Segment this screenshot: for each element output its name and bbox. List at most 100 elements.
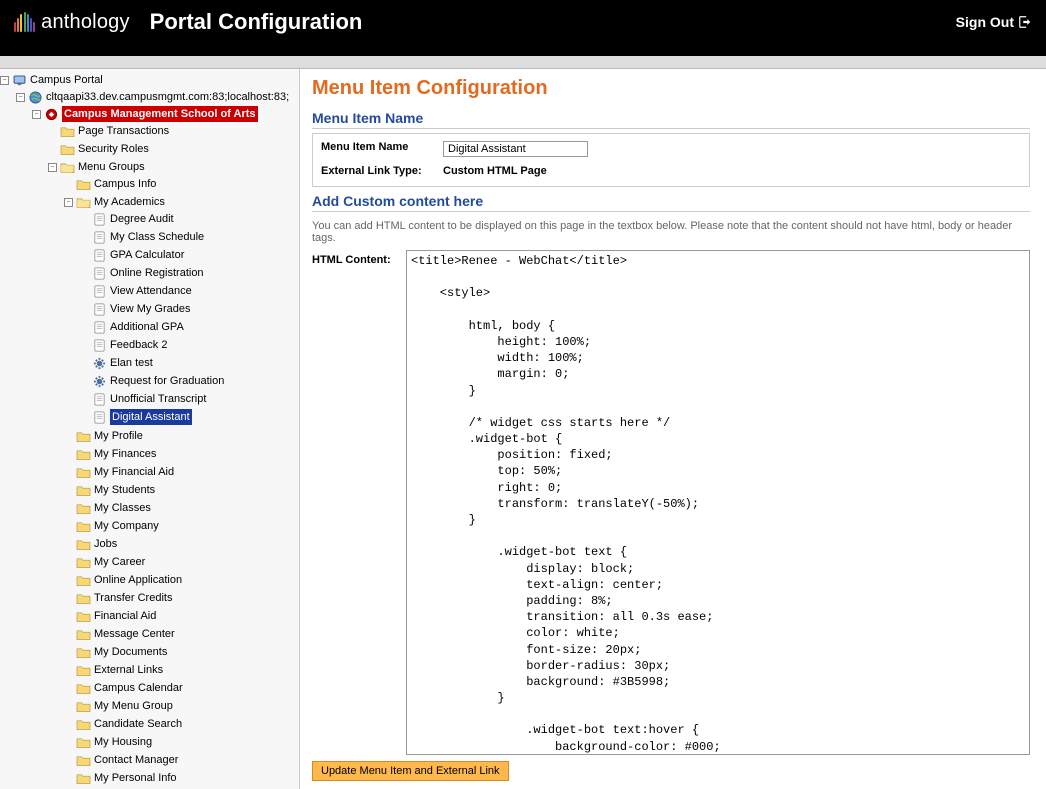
tree-label: Campus Management School of Arts: [62, 106, 258, 122]
tree-toggle-icon: [64, 522, 73, 531]
tree-node-icon: [92, 357, 107, 370]
tree-node-icon: [92, 267, 107, 280]
tree-node-icon: [76, 754, 91, 767]
tree-label: My Menu Group: [94, 698, 173, 714]
tree-label: View Attendance: [110, 283, 192, 299]
tree-elan-test[interactable]: Elan test: [80, 355, 299, 371]
tree-toggle-icon[interactable]: −: [32, 110, 41, 119]
tree-label: Candidate Search: [94, 716, 182, 732]
tree-my-company[interactable]: My Company: [64, 518, 299, 534]
tree-view-attendance[interactable]: View Attendance: [80, 283, 299, 299]
tree-my-documents[interactable]: My Documents: [64, 644, 299, 660]
tree-label: My Classes: [94, 500, 151, 516]
tree-label: Request for Graduation: [110, 373, 224, 389]
tree-toggle-icon: [80, 251, 89, 260]
tree-label: Contact Manager: [94, 752, 178, 768]
tree-toggle-icon: [80, 395, 89, 404]
tree-node-icon: [76, 538, 91, 551]
tree-transfer-credits[interactable]: Transfer Credits: [64, 590, 299, 606]
tree-page-transactions[interactable]: Page Transactions: [48, 123, 299, 139]
tree-my-class-schedule[interactable]: My Class Schedule: [80, 229, 299, 245]
sign-out-link[interactable]: Sign Out: [956, 14, 1032, 30]
tree-toggle-icon[interactable]: −: [16, 93, 25, 102]
input-menu-item-name[interactable]: [443, 141, 588, 157]
tree-request-graduation[interactable]: Request for Graduation: [80, 373, 299, 389]
tree-sidebar[interactable]: −Campus Portal−cltqaapi33.dev.campusmgmt…: [0, 69, 300, 789]
update-button[interactable]: Update Menu Item and External Link: [312, 761, 509, 781]
tree-node-icon: [28, 91, 43, 104]
tree-label: Jobs: [94, 536, 117, 552]
tree-node-icon: [92, 393, 107, 406]
sign-out-label: Sign Out: [956, 14, 1014, 30]
tree-my-financial-aid[interactable]: My Financial Aid: [64, 464, 299, 480]
tree-toggle-icon: [80, 413, 89, 422]
tree-toggle-icon[interactable]: −: [64, 198, 73, 207]
tree-node-icon: [76, 736, 91, 749]
tree-my-housing[interactable]: My Housing: [64, 734, 299, 750]
tree-additional-gpa[interactable]: Additional GPA: [80, 319, 299, 335]
tree-my-career[interactable]: My Career: [64, 554, 299, 570]
tree-menu-groups[interactable]: −Menu Groups: [48, 159, 299, 175]
tree-view-my-grades[interactable]: View My Grades: [80, 301, 299, 317]
tree-node-icon: [92, 231, 107, 244]
tree-external-links[interactable]: External Links: [64, 662, 299, 678]
tree-node-icon: [60, 125, 75, 138]
tree-degree-audit[interactable]: Degree Audit: [80, 211, 299, 227]
tree-my-classes[interactable]: My Classes: [64, 500, 299, 516]
tree-node-icon: [76, 700, 91, 713]
tree-jobs[interactable]: Jobs: [64, 536, 299, 552]
tree-digital-assistant[interactable]: Digital Assistant: [80, 409, 299, 425]
tree-node-icon: [92, 285, 107, 298]
tree-my-personal-info[interactable]: My Personal Info: [64, 770, 299, 786]
tree-toggle-icon: [64, 648, 73, 657]
tree-message-center[interactable]: Message Center: [64, 626, 299, 642]
tree-financial-aid[interactable]: Financial Aid: [64, 608, 299, 624]
tree-root-campus-portal[interactable]: − Campus Portal: [0, 72, 299, 88]
tree-toggle-icon[interactable]: −: [48, 163, 57, 172]
tree-label: Transfer Credits: [94, 590, 172, 606]
tree-label: Digital Assistant: [110, 409, 192, 425]
tree-node-icon: [76, 196, 91, 209]
tree-toggle-icon: [80, 377, 89, 386]
main-panel: Menu Item Configuration Menu Item Name M…: [300, 69, 1046, 789]
tree-label: My Career: [94, 554, 145, 570]
tree-host[interactable]: −cltqaapi33.dev.campusmgmt.com:83;localh…: [16, 89, 299, 105]
html-content-textarea[interactable]: [406, 250, 1030, 755]
tree-unofficial-transcript[interactable]: Unofficial Transcript: [80, 391, 299, 407]
label-menu-item-name: Menu Item Name: [315, 138, 435, 160]
tree-label: Campus Portal: [30, 72, 103, 88]
tree-label: My Housing: [94, 734, 152, 750]
section-custom-content: Add Custom content here: [312, 193, 1030, 212]
tree-node-icon: [92, 249, 107, 262]
tree-toggle-icon[interactable]: −: [0, 76, 9, 85]
tree-my-finances[interactable]: My Finances: [64, 446, 299, 462]
tree-node-icon: [76, 556, 91, 569]
tree-label: Online Registration: [110, 265, 204, 281]
tree-node-icon: [12, 74, 27, 87]
tree-toggle-icon: [64, 180, 73, 189]
tree-online-registration[interactable]: Online Registration: [80, 265, 299, 281]
tree-node-icon: [76, 592, 91, 605]
tree-my-profile[interactable]: My Profile: [64, 428, 299, 444]
tree-label: Financial Aid: [94, 608, 156, 624]
tree-contact-manager[interactable]: Contact Manager: [64, 752, 299, 768]
tree-school[interactable]: − Campus Management School of Arts: [32, 106, 299, 122]
tree-security-roles[interactable]: Security Roles: [48, 141, 299, 157]
tree-my-menu-group[interactable]: My Menu Group: [64, 698, 299, 714]
tree-node-icon: [76, 682, 91, 695]
tree-toggle-icon: [64, 612, 73, 621]
tree-toggle-icon: [80, 215, 89, 224]
tree-toggle-icon: [64, 504, 73, 513]
tree-campus-calendar[interactable]: Campus Calendar: [64, 680, 299, 696]
tree-candidate-search[interactable]: Candidate Search: [64, 716, 299, 732]
tree-gpa-calculator[interactable]: GPA Calculator: [80, 247, 299, 263]
tree-node-icon: [76, 718, 91, 731]
tree-feedback-2[interactable]: Feedback 2: [80, 337, 299, 353]
tree-node-icon: [76, 484, 91, 497]
tree-online-application[interactable]: Online Application: [64, 572, 299, 588]
brand-name: anthology: [41, 11, 130, 34]
tree-node-icon: [76, 610, 91, 623]
tree-campus-info[interactable]: Campus Info: [64, 176, 299, 192]
tree-my-academics[interactable]: −My Academics: [64, 194, 299, 210]
tree-my-students[interactable]: My Students: [64, 482, 299, 498]
